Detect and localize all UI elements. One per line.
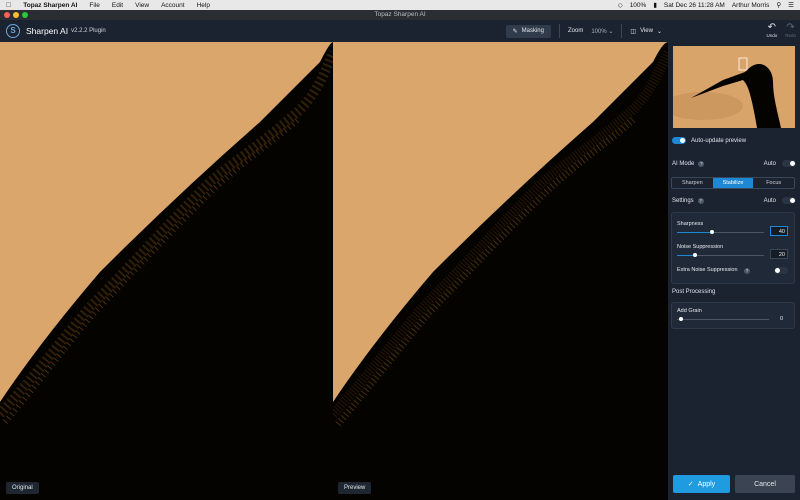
ai-mode-info-icon[interactable]: ? bbox=[698, 160, 705, 167]
split-view-icon: ◫ bbox=[630, 28, 637, 35]
ai-mode-label: AI Mode bbox=[672, 160, 695, 167]
menubar:  Topaz Sharpen AI File Edit View Accoun… bbox=[0, 0, 800, 10]
apply-button[interactable]: ✓ Apply bbox=[673, 475, 730, 493]
app-version: v2.2.2 Plugin bbox=[71, 28, 106, 34]
noise-suppression-input[interactable]: 20 bbox=[770, 249, 788, 259]
menu-edit[interactable]: Edit bbox=[112, 2, 123, 9]
sharpness-label: Sharpness bbox=[677, 221, 704, 227]
view-label: View bbox=[640, 28, 653, 34]
noise-suppression-slider-handle[interactable] bbox=[693, 253, 697, 257]
extra-noise-label: Extra Noise Suppression bbox=[677, 267, 738, 273]
chevron-down-icon: ⌄ bbox=[656, 28, 662, 35]
settings-row: Settings ? Auto bbox=[672, 197, 796, 204]
app-toolbar: S Sharpen AI v2.2.2 Plugin ✎ Masking Zoo… bbox=[0, 20, 668, 42]
ai-mode-row: AI Mode ? Auto bbox=[672, 160, 796, 167]
zoom-window-button[interactable] bbox=[22, 12, 28, 18]
noise-suppression-label: Noise Suppression bbox=[677, 244, 724, 250]
masking-label: Masking bbox=[521, 28, 544, 34]
ai-mode-auto-label: Auto bbox=[763, 160, 776, 167]
apple-icon[interactable]:  bbox=[6, 2, 11, 9]
zoom-label: Zoom bbox=[567, 28, 584, 34]
original-view[interactable]: Original bbox=[0, 42, 333, 500]
tab-sharpen[interactable]: Sharpen bbox=[672, 178, 713, 188]
toolbar-divider bbox=[621, 24, 623, 38]
navigator-image bbox=[673, 46, 795, 128]
notification-icon[interactable]: ☰ bbox=[788, 1, 794, 9]
spotlight-icon[interactable]: ⚲ bbox=[776, 1, 781, 9]
navigator-thumbnail[interactable] bbox=[673, 46, 795, 128]
add-grain-slider[interactable] bbox=[677, 317, 769, 321]
ai-mode-auto-toggle[interactable] bbox=[782, 160, 796, 167]
settings-sidebar: ↶ Undo ↷ Redo Auto-update preview AI Mod… bbox=[668, 20, 800, 500]
app-title: Sharpen AI bbox=[26, 26, 69, 36]
view-dropdown[interactable]: ◫ View ⌄ bbox=[630, 28, 662, 35]
post-processing-panel: Add Grain 0 bbox=[671, 302, 795, 329]
battery-icon[interactable]: ▮ bbox=[653, 1, 657, 9]
settings-label: Settings bbox=[672, 197, 694, 204]
menu-help[interactable]: Help bbox=[197, 2, 210, 9]
sharpness-input[interactable]: 40 bbox=[770, 226, 788, 236]
cancel-label: Cancel bbox=[754, 480, 776, 488]
menu-app-name[interactable]: Topaz Sharpen AI bbox=[23, 2, 77, 9]
sharpness-slider[interactable] bbox=[677, 230, 764, 234]
add-grain-label: Add Grain bbox=[677, 308, 702, 314]
original-image bbox=[0, 42, 333, 500]
brush-icon: ✎ bbox=[512, 28, 518, 35]
settings-auto-label: Auto bbox=[763, 197, 776, 204]
toolbar-divider bbox=[558, 24, 560, 38]
menu-account[interactable]: Account bbox=[161, 2, 185, 9]
status-area: ◇ 100% ▮ Sat Dec 26 11:28 AM Arthur Morr… bbox=[611, 1, 794, 10]
sharpness-slider-handle[interactable] bbox=[710, 230, 714, 234]
user-name[interactable]: Arthur Morris bbox=[732, 2, 770, 9]
battery-percent: 100% bbox=[629, 1, 647, 9]
post-processing-label: Post Processing bbox=[672, 289, 716, 295]
auto-update-label: Auto-update preview bbox=[691, 137, 747, 144]
redo-icon: ↷ bbox=[786, 22, 795, 33]
auto-update-row: Auto-update preview bbox=[672, 137, 796, 144]
clock[interactable]: Sat Dec 26 11:28 AM bbox=[664, 2, 725, 9]
auto-update-toggle[interactable] bbox=[672, 137, 686, 144]
window-title: Topaz Sharpen AI bbox=[374, 11, 426, 18]
close-window-button[interactable] bbox=[4, 12, 10, 18]
cancel-button[interactable]: Cancel bbox=[735, 475, 795, 493]
zoom-dropdown[interactable]: 100% ⌄ bbox=[591, 28, 613, 35]
original-label: Original bbox=[6, 482, 39, 494]
preview-label: Preview bbox=[338, 482, 372, 494]
noise-suppression-slider[interactable] bbox=[677, 253, 764, 257]
preview-image bbox=[333, 42, 668, 500]
window-controls bbox=[4, 12, 28, 18]
window-titlebar: Topaz Sharpen AI bbox=[0, 10, 800, 20]
masking-button[interactable]: ✎ Masking bbox=[505, 24, 551, 38]
settings-auto-toggle[interactable] bbox=[782, 197, 796, 204]
menu-file[interactable]: File bbox=[89, 2, 99, 9]
extra-noise-toggle[interactable] bbox=[774, 267, 788, 274]
menu-view[interactable]: View bbox=[135, 2, 149, 9]
redo-label: Redo bbox=[785, 33, 796, 38]
settings-info-icon[interactable]: ? bbox=[697, 197, 704, 204]
undo-button[interactable]: ↶ Undo bbox=[766, 22, 778, 39]
tab-focus[interactable]: Focus bbox=[753, 178, 794, 188]
topaz-logo-icon: S bbox=[6, 24, 20, 38]
history-controls: ↶ Undo ↷ Redo bbox=[766, 22, 796, 39]
undo-label: Undo bbox=[766, 33, 778, 38]
tab-stabilize[interactable]: Stabilize bbox=[712, 178, 754, 188]
apply-label: Apply bbox=[697, 480, 716, 488]
check-icon: ✓ bbox=[687, 481, 694, 488]
add-grain-slider-handle[interactable] bbox=[679, 317, 683, 321]
redo-button[interactable]: ↷ Redo bbox=[785, 22, 796, 39]
minimize-window-button[interactable] bbox=[13, 12, 19, 18]
chevron-down-icon: ⌄ bbox=[608, 28, 614, 35]
extra-noise-info-icon[interactable]: ? bbox=[744, 268, 750, 274]
add-grain-value[interactable]: 0 bbox=[780, 316, 783, 322]
undo-icon: ↶ bbox=[767, 22, 777, 33]
wifi-icon[interactable]: ◇ bbox=[618, 1, 623, 9]
ai-mode-selector: Sharpen Stabilize Focus bbox=[671, 177, 795, 189]
zoom-value: 100% bbox=[591, 28, 607, 35]
settings-panel: Sharpness 40 Noise Suppression 20 Extra … bbox=[671, 212, 795, 284]
preview-view[interactable]: Preview bbox=[333, 42, 668, 500]
